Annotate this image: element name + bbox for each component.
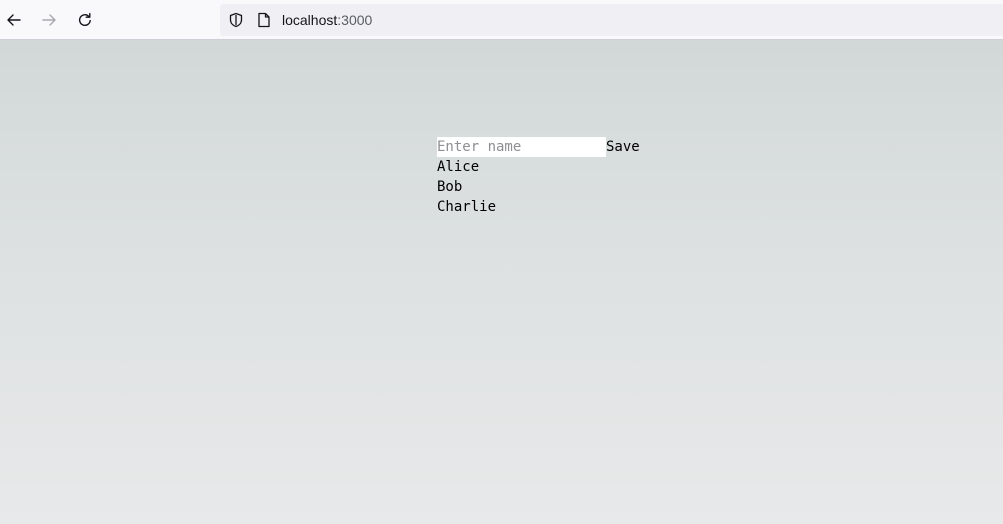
list-item: Bob: [437, 179, 463, 195]
list-item: Charlie: [437, 199, 497, 215]
url-bar[interactable]: localhost:3000: [220, 4, 1003, 36]
name-input[interactable]: [437, 137, 606, 157]
page-icon: [258, 12, 270, 28]
page-content: Save Alice Bob Charlie: [0, 40, 1003, 524]
browser-toolbar: localhost:3000: [0, 0, 1003, 40]
back-arrow-icon: [7, 14, 21, 26]
name-form: Save: [437, 137, 640, 157]
reload-button[interactable]: [73, 8, 97, 32]
reload-icon: [79, 12, 91, 27]
save-button[interactable]: Save: [606, 137, 640, 157]
url-host: localhost: [282, 12, 338, 28]
list-item: Alice: [437, 159, 480, 175]
url-port: :3000: [337, 12, 373, 28]
url-text[interactable]: localhost:3000: [282, 12, 372, 28]
shield-icon[interactable]: [228, 12, 244, 28]
forward-arrow-icon: [42, 14, 56, 26]
name-list: Alice Bob Charlie: [437, 157, 496, 217]
forward-button[interactable]: [37, 8, 61, 32]
back-button[interactable]: [2, 8, 26, 32]
